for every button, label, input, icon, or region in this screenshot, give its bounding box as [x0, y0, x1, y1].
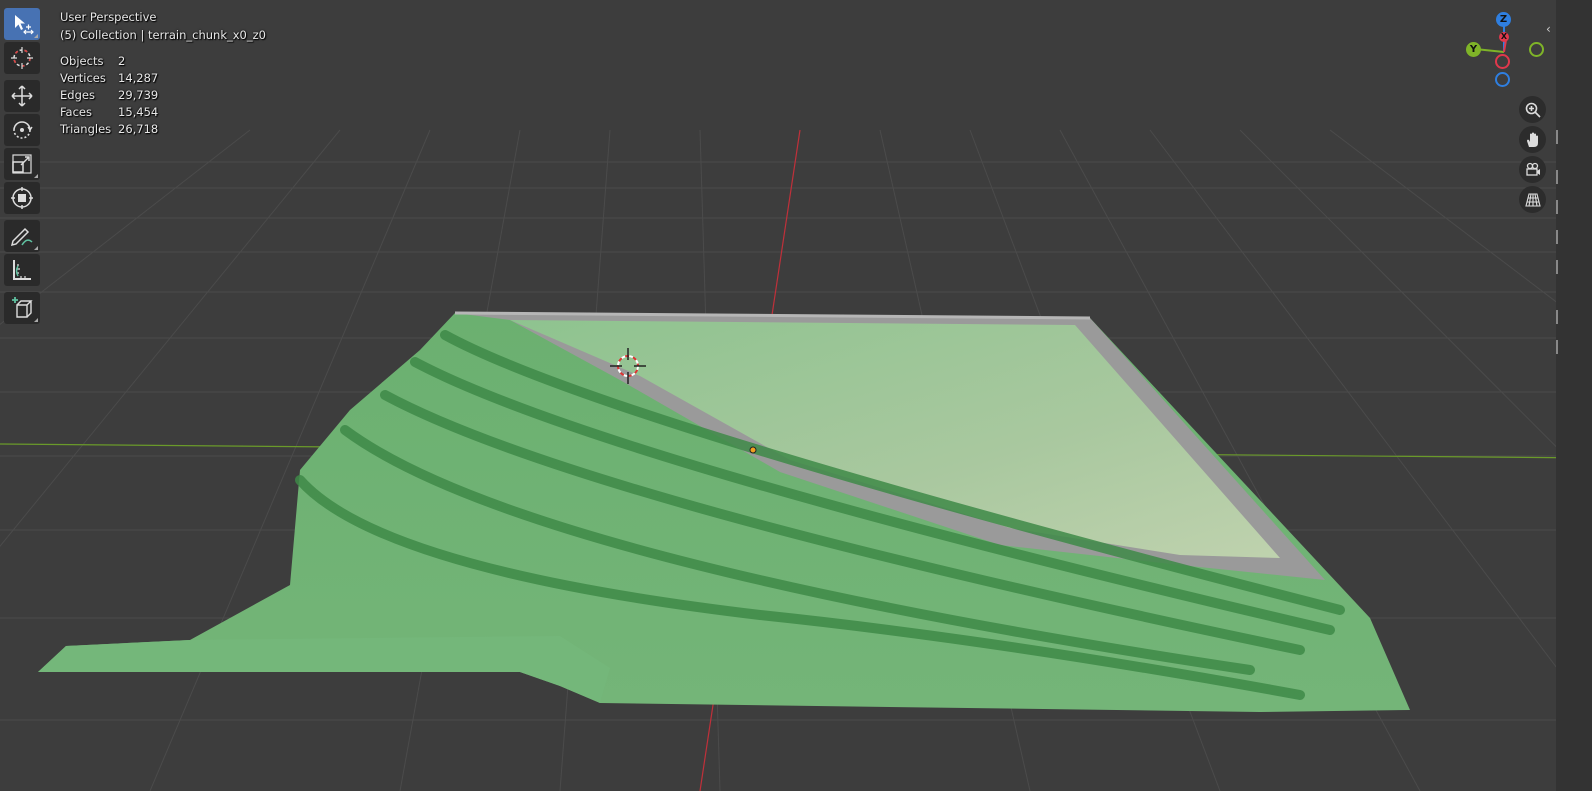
measure-ruler-icon	[13, 260, 31, 280]
select-box-tool[interactable]	[4, 8, 40, 40]
tool-variants-indicator	[34, 34, 38, 38]
panel-tab[interactable]	[1556, 340, 1558, 354]
gizmo-neg-x-axis[interactable]	[1495, 54, 1510, 69]
magnifier-plus-icon	[1525, 102, 1541, 118]
transform-tool[interactable]	[4, 182, 40, 214]
stat-row: Vertices 14,287	[60, 70, 158, 87]
stat-label: Edges	[60, 88, 95, 102]
add-cube-tool[interactable]	[4, 292, 40, 324]
viewport-canvas[interactable]	[0, 0, 1592, 791]
panel-tab[interactable]	[1556, 230, 1558, 244]
annotate-tool[interactable]	[4, 220, 40, 252]
viewport-info: User Perspective (5) Collection | terrai…	[60, 8, 266, 44]
gizmo-y-axis[interactable]: Y	[1466, 42, 1481, 57]
tool-variants-indicator	[34, 174, 38, 178]
grid-perspective-icon	[1524, 192, 1541, 207]
move-arrows-icon	[11, 85, 33, 107]
object-origin-dot	[749, 446, 757, 454]
gizmo-x-axis[interactable]: X	[1499, 32, 1509, 42]
stat-row: Edges 29,739	[60, 87, 158, 104]
hand-icon	[1526, 132, 1538, 147]
tool-shelf	[4, 8, 42, 326]
collapse-sidebar-icon[interactable]: ‹	[1546, 22, 1551, 36]
gizmo-z-axis[interactable]: Z	[1496, 12, 1511, 27]
properties-panel-edge[interactable]	[1556, 0, 1592, 791]
move-tool[interactable]	[4, 80, 40, 112]
navigation-gizmo[interactable]: Z Y X	[1458, 8, 1548, 92]
stat-label: Triangles	[60, 122, 112, 136]
panel-tab[interactable]	[1556, 200, 1558, 214]
scale-tool[interactable]	[4, 148, 40, 180]
camera-icon	[1525, 162, 1540, 176]
panel-tab[interactable]	[1556, 130, 1558, 144]
gizmo-neg-y-axis[interactable]	[1529, 42, 1544, 57]
terrain-mesh[interactable]	[38, 311, 1410, 712]
gizmo-neg-z-axis[interactable]	[1495, 72, 1510, 87]
stat-value: 15,454	[118, 105, 159, 119]
stat-row: Triangles 26,718	[60, 121, 158, 138]
rotate-icon	[13, 121, 33, 139]
stat-label: Faces	[60, 105, 92, 119]
panel-tab[interactable]	[1556, 310, 1558, 324]
transform-icon	[11, 187, 33, 209]
scale-icon	[12, 154, 32, 174]
scene-statistics: Objects 2 Vertices 14,287 Edges 29,739 Face…	[60, 53, 158, 138]
3d-cursor-icon	[11, 47, 33, 69]
stat-value: 26,718	[118, 122, 159, 136]
zoom-button[interactable]	[1519, 96, 1546, 123]
annotate-pencil-icon	[10, 227, 33, 247]
stat-label: Vertices	[60, 71, 106, 85]
stat-value: 2	[118, 54, 126, 68]
panel-tab[interactable]	[1556, 260, 1558, 274]
cursor-tool[interactable]	[4, 42, 40, 74]
tool-variants-indicator	[34, 318, 38, 322]
add-cube-icon	[12, 297, 33, 318]
perspective-toggle-button[interactable]	[1519, 186, 1546, 213]
tool-variants-indicator	[34, 246, 38, 250]
3d-viewport[interactable]	[0, 0, 1592, 791]
pan-button[interactable]	[1519, 126, 1546, 153]
camera-view-button[interactable]	[1519, 156, 1546, 183]
stat-value: 14,287	[118, 71, 159, 85]
stat-row: Faces 15,454	[60, 104, 158, 121]
collection-label: (5) Collection | terrain_chunk_x0_z0	[60, 28, 266, 42]
panel-tab[interactable]	[1556, 170, 1558, 184]
stat-label: Objects	[60, 54, 104, 68]
stat-value: 29,739	[118, 88, 159, 102]
measure-tool[interactable]	[4, 254, 40, 286]
rotate-tool[interactable]	[4, 114, 40, 146]
cursor-select-icon	[15, 15, 34, 35]
view-name: User Perspective	[60, 10, 157, 24]
stat-row: Objects 2	[60, 53, 158, 70]
